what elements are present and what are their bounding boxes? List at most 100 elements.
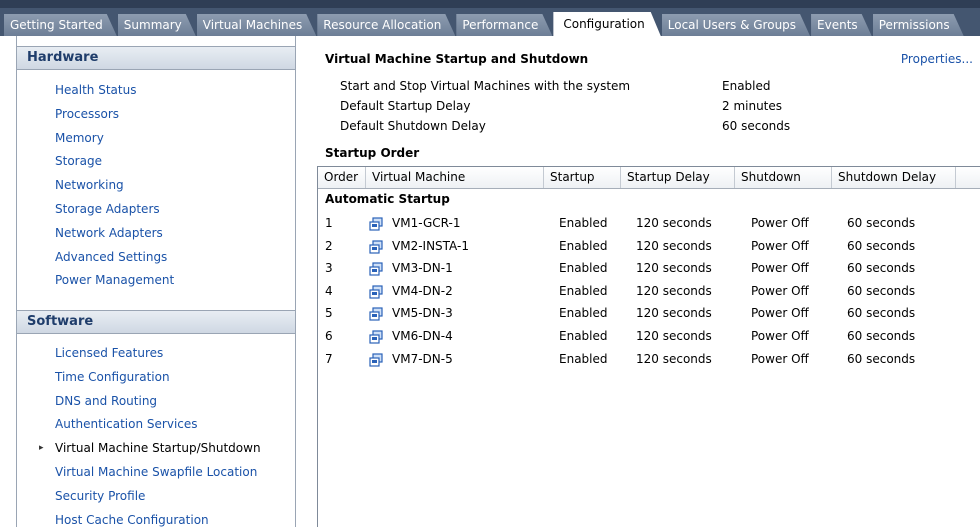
cell-vm: VM5-DN-3: [392, 306, 453, 321]
nav-item-host-cache-configuration[interactable]: Host Cache Configuration: [17, 509, 295, 532]
nav-item-label: Advanced Settings: [55, 249, 168, 264]
nav-item-virtual-machine-swapfile-location[interactable]: Virtual Machine Swapfile Location: [17, 461, 295, 485]
cell-startup-delay: 120 seconds: [636, 283, 712, 298]
cell-startup-delay: 120 seconds: [636, 351, 712, 366]
nav-item-label: Storage Adapters: [55, 201, 160, 216]
nav-item-processors[interactable]: Processors: [17, 103, 295, 127]
cell-startup: Enabled: [559, 351, 608, 366]
table-row[interactable]: 7 VM7-DN-5 Enabled 120 seconds Power Off 60 s…: [318, 348, 980, 370]
column-header-shutdown[interactable]: Shutdown: [735, 167, 832, 188]
cell-order: 4: [325, 283, 333, 298]
startup-settings: Start and Stop Virtual Machines with the…: [340, 76, 970, 136]
nav-item-label: Memory: [55, 130, 104, 145]
table-row[interactable]: 1 VM1-GCR-1 Enabled 120 seconds Power Off 60 …: [318, 212, 980, 234]
cell-vm: VM1-GCR-1: [392, 216, 461, 230]
cell-order: 6: [325, 329, 333, 343]
cell-startup-delay: 120 seconds: [636, 238, 712, 253]
nav-item-health-status[interactable]: Health Status: [17, 79, 295, 103]
nav-item-security-profile[interactable]: Security Profile: [17, 485, 295, 509]
nav-item-advanced-settings[interactable]: Advanced Settings: [17, 246, 295, 270]
setting-row-start-stop: Start and Stop Virtual Machines with the…: [340, 76, 970, 96]
cell-startup: Enabled: [559, 261, 608, 276]
tabs: Getting Started Summary Virtual Machines…: [4, 12, 965, 36]
tab-performance[interactable]: Performance: [456, 14, 552, 36]
cell-order: 1: [325, 216, 333, 230]
nav-item-authentication-services[interactable]: Authentication Services: [17, 413, 295, 437]
column-header-startup[interactable]: Startup: [544, 167, 621, 188]
nav-item-dns-and-routing[interactable]: DNS and Routing: [17, 390, 295, 414]
nav-item-label: Virtual Machine Startup/Shutdown: [55, 441, 261, 456]
cell-shutdown-delay: 60 seconds: [847, 329, 916, 343]
properties-link[interactable]: Properties...: [901, 52, 973, 66]
cell-startup-delay: 120 seconds: [636, 216, 712, 230]
cell-vm: VM4-DN-2: [392, 283, 453, 298]
nav-item-memory[interactable]: Memory: [17, 127, 295, 151]
table-row[interactable]: 5 VM5-DN-3 Enabled 120 seconds Power Off 60 s…: [318, 302, 980, 324]
startup-order-title: Startup Order: [325, 146, 420, 160]
nav-item-storage-adapters[interactable]: Storage Adapters: [17, 198, 295, 222]
tab-virtual-machines[interactable]: Virtual Machines: [197, 14, 317, 36]
software-header: Software: [17, 310, 295, 334]
cell-shutdown-delay: 60 seconds: [847, 351, 916, 366]
cell-shutdown: Power Off: [751, 283, 809, 298]
cell-startup-delay: 120 seconds: [636, 261, 712, 276]
cell-shutdown-delay: 60 seconds: [847, 238, 916, 253]
startup-order-table: Order Virtual Machine Startup Startup De…: [317, 166, 980, 527]
tab-events[interactable]: Events: [811, 14, 872, 36]
column-header-order[interactable]: Order: [318, 167, 366, 188]
setting-row-startup-delay: Default Startup Delay 2 minutes: [340, 96, 970, 116]
tab-local-users-groups[interactable]: Local Users & Groups: [662, 14, 810, 36]
cell-vm: VM7-DN-5: [392, 351, 453, 366]
virtual-machine-icon: [369, 216, 383, 231]
setting-value: 60 seconds: [722, 119, 791, 133]
column-header-shutdown-delay[interactable]: Shutdown Delay: [832, 167, 956, 188]
startup-shutdown-panel: Virtual Machine Startup and Shutdown Pro…: [316, 36, 980, 527]
tab-configuration[interactable]: Configuration: [553, 12, 660, 36]
tab-resource-allocation[interactable]: Resource Allocation: [317, 14, 455, 36]
cell-startup: Enabled: [559, 329, 608, 343]
nav-item-label: Networking: [55, 178, 124, 193]
nav-item-time-configuration[interactable]: Time Configuration: [17, 366, 295, 390]
virtual-machine-icon: [369, 352, 383, 367]
table-header: Order Virtual Machine Startup Startup De…: [318, 167, 980, 189]
tab-getting-started[interactable]: Getting Started: [4, 14, 117, 36]
setting-value: 2 minutes: [722, 99, 783, 113]
nav-item-label: Security Profile: [55, 488, 146, 503]
tab-permissions[interactable]: Permissions: [873, 14, 964, 36]
tab-summary[interactable]: Summary: [118, 14, 196, 36]
tab-bar-strip: [0, 0, 980, 8]
nav-item-label: Authentication Services: [55, 417, 198, 432]
cell-vm: VM3-DN-1: [392, 261, 453, 276]
table-row[interactable]: 3 VM3-DN-1 Enabled 120 seconds Power Off 60 s…: [318, 257, 980, 279]
table-row[interactable]: 2 VM2-INSTA-1 Enabled 120 seconds Power Off 6…: [318, 235, 980, 257]
nav-item-label: Time Configuration: [55, 369, 170, 384]
cell-startup-delay: 120 seconds: [636, 306, 712, 321]
nav-item-licensed-features[interactable]: Licensed Features: [17, 342, 295, 366]
triangle-right-icon: ▸: [39, 443, 44, 454]
virtual-machine-icon: [369, 239, 383, 254]
nav-item-networking[interactable]: Networking: [17, 174, 295, 198]
cell-shutdown: Power Off: [751, 238, 809, 253]
nav-item-label: Storage: [55, 154, 102, 169]
cell-vm: VM2-INSTA-1: [392, 238, 469, 253]
table-row[interactable]: 6 VM6-DN-4 Enabled 120 seconds Power Off 60 s…: [318, 325, 980, 347]
nav-item-storage[interactable]: Storage: [17, 150, 295, 174]
nav-item-network-adapters[interactable]: Network Adapters: [17, 222, 295, 246]
column-header-virtual-machine[interactable]: Virtual Machine: [366, 167, 544, 188]
column-header-startup-delay[interactable]: Startup Delay: [621, 167, 735, 188]
cell-shutdown: Power Off: [751, 351, 809, 366]
cell-order: 7: [325, 351, 333, 366]
cell-startup: Enabled: [559, 306, 608, 321]
nav-item-label: Power Management: [55, 273, 175, 288]
nav-item-virtual-machine-startup-shutdown[interactable]: ▸ Virtual Machine Startup/Shutdown: [17, 437, 295, 461]
nav-item-label: Processors: [55, 106, 120, 121]
setting-value: Enabled: [722, 79, 771, 93]
cell-startup-delay: 120 seconds: [636, 329, 712, 343]
nav-item-power-management[interactable]: Power Management: [17, 269, 295, 293]
table-row[interactable]: 4 VM4-DN-2 Enabled 120 seconds Power Off 60 s…: [318, 280, 980, 302]
cell-shutdown: Power Off: [751, 329, 809, 343]
cell-shutdown: Power Off: [751, 306, 809, 321]
virtual-machine-icon: [369, 284, 383, 299]
virtual-machine-icon: [369, 261, 383, 276]
cell-shutdown: Power Off: [751, 261, 809, 276]
